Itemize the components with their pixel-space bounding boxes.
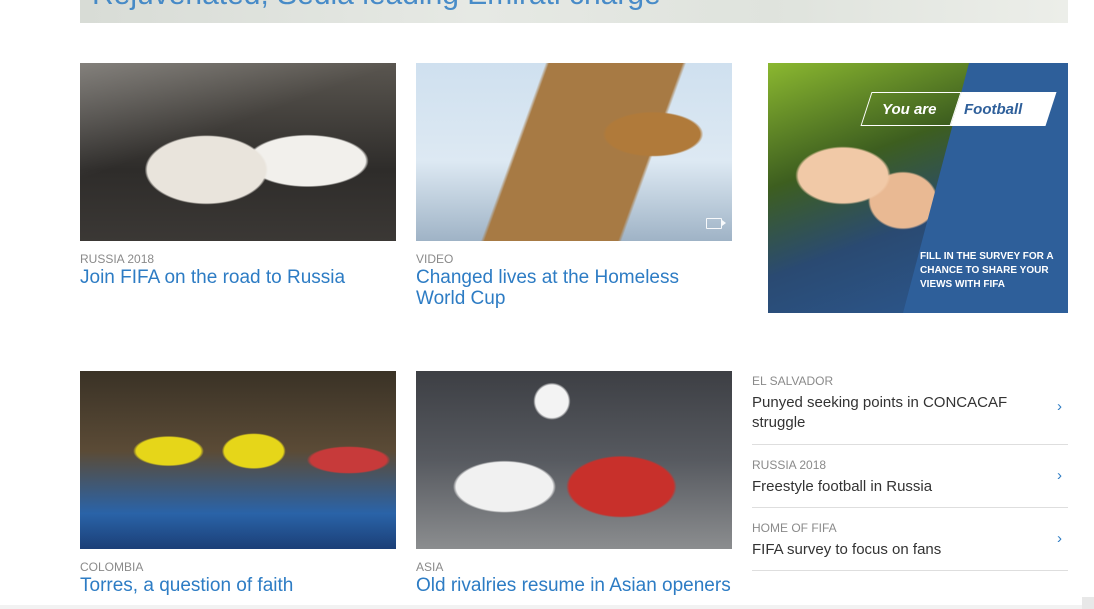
news-card-title[interactable]: Changed lives at the Homeless World Cup [416, 267, 732, 309]
list-item-category: EL SALVADOR [752, 374, 834, 388]
news-card-image[interactable] [416, 63, 732, 241]
list-item[interactable]: RUSSIA 2018 Freestyle football in Russia… [752, 445, 1068, 508]
news-card[interactable]: RUSSIA 2018 Join FIFA on the road to Rus… [80, 63, 396, 288]
hero-title[interactable]: Rejuvenated, Sedia leading Emirati charg… [92, 0, 661, 12]
news-card-category: RUSSIA 2018 [80, 252, 155, 266]
news-card[interactable]: COLOMBIA Torres, a question of faith [80, 371, 396, 596]
list-item[interactable]: EL SALVADOR Punyed seeking points in CON… [752, 364, 1068, 445]
list-item-title[interactable]: Freestyle football in Russia [752, 477, 1032, 497]
ad-tag-left: You are [882, 101, 937, 118]
list-item-title[interactable]: FIFA survey to focus on fans [752, 540, 1032, 560]
news-card-category: COLOMBIA [80, 560, 144, 574]
hero-banner[interactable]: Rejuvenated, Sedia leading Emirati charg… [80, 0, 1068, 23]
news-card-category: ASIA [416, 560, 444, 574]
ad-survey-text: FILL IN THE SURVEY FOR A CHANCE TO SHARE… [920, 251, 1054, 290]
chevron-right-icon[interactable]: › [1057, 530, 1062, 547]
scrollbar-corner [1082, 597, 1094, 609]
news-card-title[interactable]: Torres, a question of faith [80, 575, 396, 596]
side-news-list: EL SALVADOR Punyed seeking points in CON… [752, 364, 1068, 571]
survey-ad-banner[interactable]: You are Football FILL IN THE SURVEY FOR … [768, 63, 1068, 313]
chevron-right-icon[interactable]: › [1057, 467, 1062, 484]
news-card-title[interactable]: Old rivalries resume in Asian openers [416, 575, 732, 596]
list-item-title[interactable]: Punyed seeking points in CONCACAF strugg… [752, 393, 1032, 433]
news-card-image[interactable] [80, 63, 396, 241]
video-icon [706, 218, 726, 229]
list-item[interactable]: HOME OF FIFA FIFA survey to focus on fan… [752, 508, 1068, 571]
list-item-category: HOME OF FIFA [752, 521, 837, 535]
ad-tag-right: Football [964, 101, 1023, 118]
news-card-image[interactable] [80, 371, 396, 549]
news-card-category: VIDEO [416, 252, 454, 266]
list-item-category: RUSSIA 2018 [752, 458, 827, 472]
horizontal-scrollbar[interactable] [0, 605, 1094, 609]
chevron-right-icon[interactable]: › [1057, 398, 1062, 415]
news-card-title[interactable]: Join FIFA on the road to Russia [80, 267, 396, 288]
news-card[interactable]: VIDEO Changed lives at the Homeless Worl… [416, 63, 732, 309]
news-card[interactable]: ASIA Old rivalries resume in Asian opene… [416, 371, 732, 596]
news-card-image[interactable] [416, 371, 732, 549]
